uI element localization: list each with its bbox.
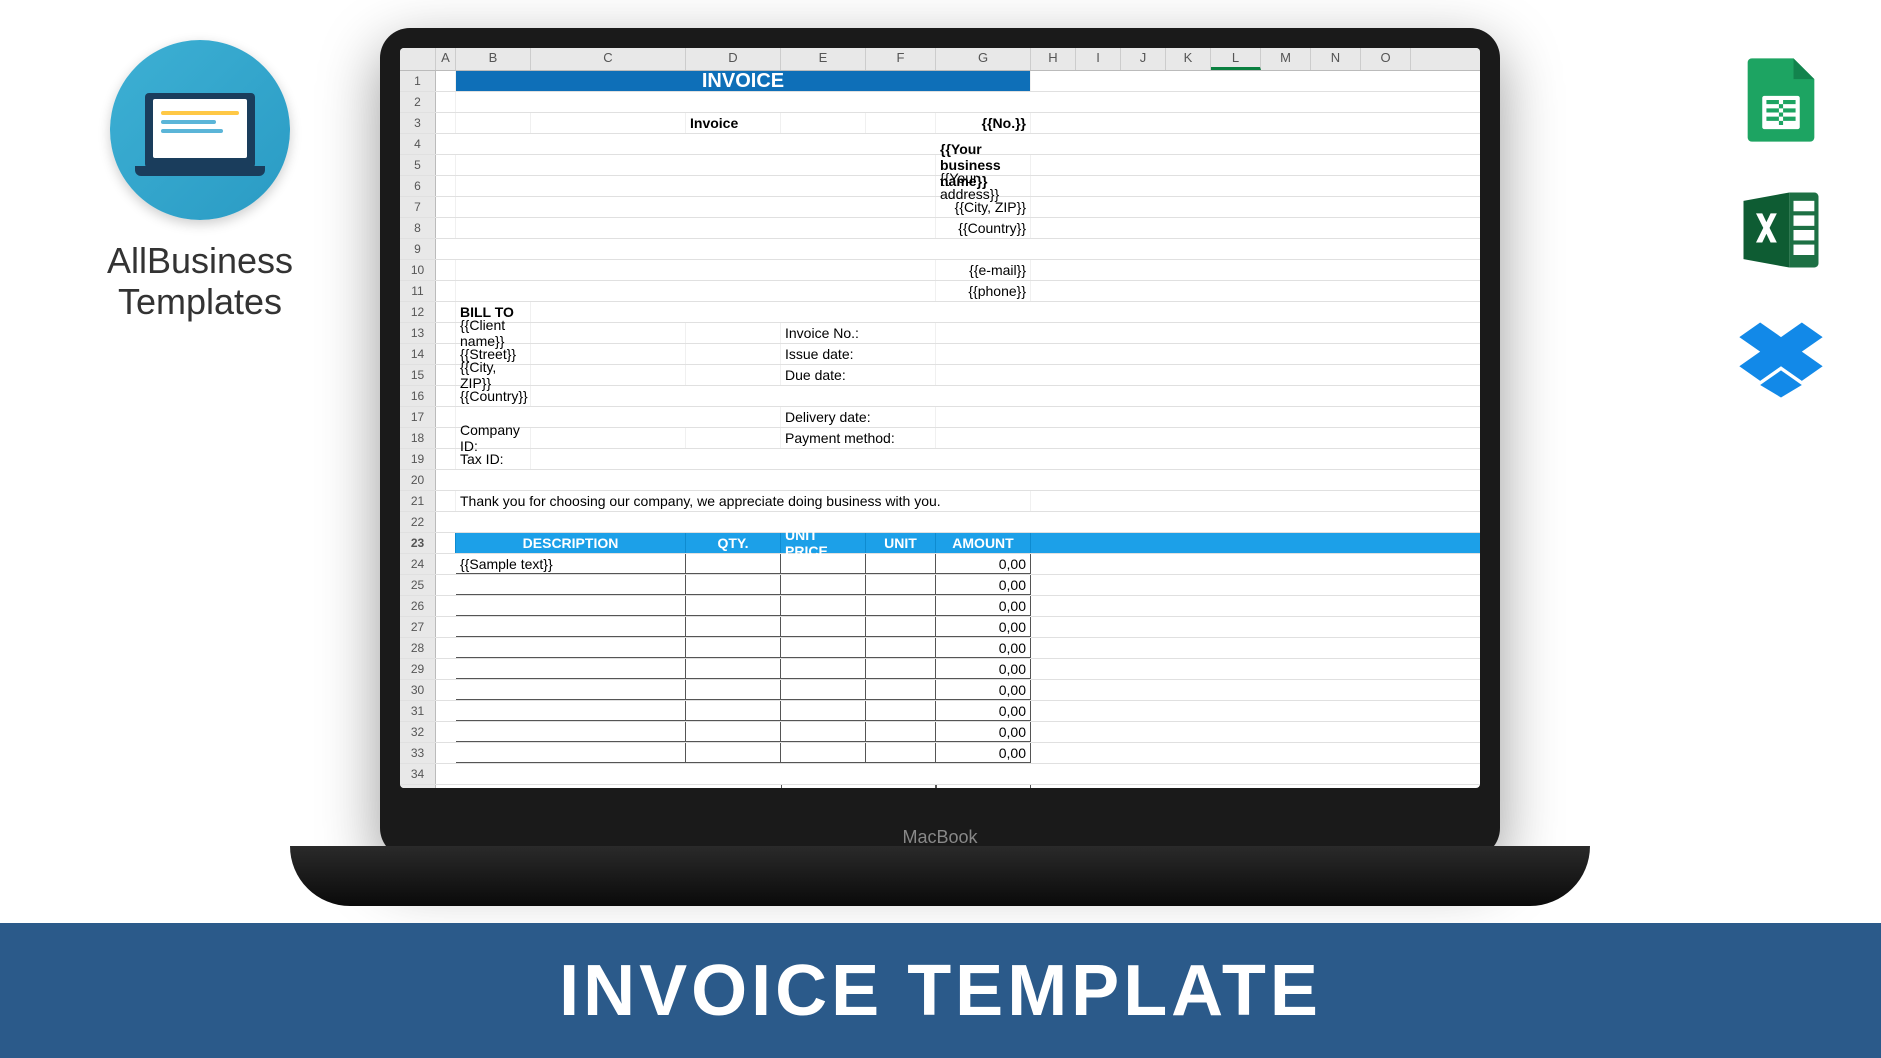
col-O[interactable]: O (1361, 48, 1411, 70)
brand-logo: AllBusinessTemplates (70, 40, 330, 323)
invoice-no-ph[interactable]: {{No.}} (936, 113, 1031, 133)
col-E[interactable]: E (781, 48, 866, 70)
amount-cell[interactable]: 0,00 (936, 680, 1031, 700)
col-C[interactable]: C (531, 48, 686, 70)
banner-title: INVOICE TEMPLATE (559, 950, 1322, 1032)
hdr-price: UNIT PRICE (781, 533, 866, 553)
table-cell[interactable] (866, 554, 936, 574)
client-country[interactable]: {{Country}} (456, 386, 531, 406)
excel-icon (1731, 180, 1831, 280)
google-sheets-icon (1731, 50, 1831, 150)
hdr-description: DESCRIPTION (456, 533, 686, 553)
col-K[interactable]: K (1166, 48, 1211, 70)
col-D[interactable]: D (686, 48, 781, 70)
hdr-qty: QTY. (686, 533, 781, 553)
city-zip[interactable]: {{City, ZIP}} (936, 197, 1031, 217)
amount-cell[interactable]: 0,00 (936, 596, 1031, 616)
notes-label: Notes (456, 785, 531, 788)
amount-cell[interactable]: 0,00 (936, 554, 1031, 574)
invoice-label: Invoice (686, 113, 781, 133)
app-icons-sidebar (1731, 50, 1831, 410)
spreadsheet-app: A B C D E F G H I J K L M N O 1INVOICE 2… (400, 48, 1480, 788)
subtotal-val[interactable]: 0,00 (936, 785, 1031, 788)
logo-laptop-icon (145, 93, 255, 168)
col-N[interactable]: N (1311, 48, 1361, 70)
col-G[interactable]: G (936, 48, 1031, 70)
macbook-brand: MacBook (380, 827, 1500, 848)
email[interactable]: {{e-mail}} (936, 260, 1031, 280)
payment-method: Payment method: (781, 428, 936, 448)
table-cell[interactable] (781, 554, 866, 574)
col-H[interactable]: H (1031, 48, 1076, 70)
column-headers: A B C D E F G H I J K L M N O (400, 48, 1480, 71)
issue-date: Issue date: (781, 344, 936, 364)
country[interactable]: {{Country}} (936, 218, 1031, 238)
table-cell[interactable] (686, 554, 781, 574)
delivery-date: Delivery date: (781, 407, 936, 427)
invoice-title: INVOICE (456, 71, 1031, 91)
hdr-amount: AMOUNT (936, 533, 1031, 553)
table-cell[interactable] (456, 575, 686, 595)
company-id: Company ID: (456, 428, 531, 448)
col-J[interactable]: J (1121, 48, 1166, 70)
amount-cell[interactable]: 0,00 (936, 722, 1031, 742)
col-I[interactable]: I (1076, 48, 1121, 70)
laptop-mockup: A B C D E F G H I J K L M N O 1INVOICE 2… (380, 28, 1500, 858)
address[interactable]: {{Your address}} (936, 176, 1031, 196)
amount-cell[interactable]: 0,00 (936, 575, 1031, 595)
laptop-base (290, 846, 1590, 906)
col-F[interactable]: F (866, 48, 936, 70)
brand-name: AllBusinessTemplates (70, 240, 330, 323)
col-L[interactable]: L (1211, 48, 1261, 70)
amount-cell[interactable]: 0,00 (936, 617, 1031, 637)
col-A[interactable]: A (436, 48, 456, 70)
client-name[interactable]: {{Client name}} (456, 323, 531, 343)
col-B[interactable]: B (456, 48, 531, 70)
tax-id: Tax ID: (456, 449, 531, 469)
dropbox-icon (1731, 310, 1831, 410)
bottom-banner: INVOICE TEMPLATE (0, 923, 1881, 1058)
sample-text[interactable]: {{Sample text}} (456, 554, 686, 574)
subtotal-label: Subtotal (781, 785, 936, 788)
hdr-unit: UNIT (866, 533, 936, 553)
due-date: Due date: (781, 365, 936, 385)
amount-cell[interactable]: 0,00 (936, 743, 1031, 763)
col-M[interactable]: M (1261, 48, 1311, 70)
amount-cell[interactable]: 0,00 (936, 701, 1031, 721)
phone[interactable]: {{phone}} (936, 281, 1031, 301)
invoice-no-label: Invoice No.: (781, 323, 936, 343)
thank-you: Thank you for choosing our company, we a… (456, 491, 1031, 511)
amount-cell[interactable]: 0,00 (936, 659, 1031, 679)
logo-circle (110, 40, 290, 220)
amount-cell[interactable]: 0,00 (936, 638, 1031, 658)
client-city[interactable]: {{City, ZIP}} (456, 365, 531, 385)
